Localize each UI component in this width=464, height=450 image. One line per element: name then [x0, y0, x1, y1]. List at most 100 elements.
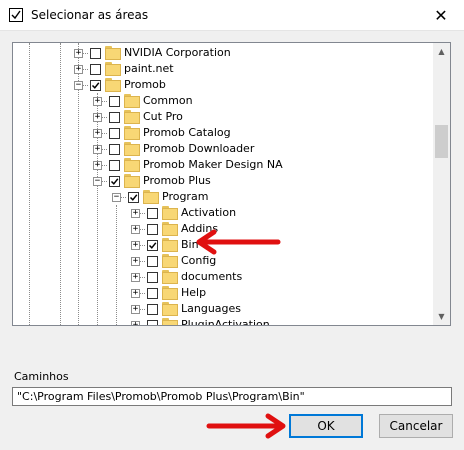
tree-item[interactable]: + documents [13, 269, 434, 285]
folder-icon [105, 77, 121, 93]
folder-icon [124, 125, 140, 141]
tree-item-label: documents [181, 270, 243, 283]
folder-icon [162, 253, 178, 269]
checkbox-window-icon [9, 8, 23, 22]
cancel-button[interactable]: Cancelar [379, 414, 453, 438]
expand-icon[interactable]: + [93, 113, 102, 122]
tree-item[interactable]: + NVIDIA Corporation [13, 45, 434, 61]
expand-icon[interactable]: + [131, 225, 140, 234]
collapse-icon[interactable]: − [93, 177, 102, 186]
expand-icon[interactable]: + [131, 321, 140, 325]
red-arrow-annotation [206, 413, 286, 439]
folder-icon [162, 269, 178, 285]
expand-icon[interactable]: + [93, 145, 102, 154]
tree-item[interactable]: + Cut Pro [13, 109, 434, 125]
tree-item-checkbox[interactable] [90, 64, 101, 75]
tree-item-checkbox[interactable] [147, 320, 158, 325]
tree-item[interactable]: − Promob [13, 77, 434, 93]
scroll-thumb[interactable] [435, 125, 448, 158]
tree-item-checkbox[interactable] [147, 224, 158, 235]
tree-item-label: Promob Downloader [143, 142, 255, 155]
folder-icon [143, 189, 159, 205]
tree-item-checkbox[interactable] [147, 240, 158, 251]
tree-item-label: paint.net [124, 62, 174, 75]
folder-icon [124, 157, 140, 173]
expand-icon[interactable]: + [74, 65, 83, 74]
tree-content: + NVIDIA Corporation + paint.net − Promob + Com… [13, 43, 434, 325]
expand-icon[interactable]: + [93, 161, 102, 170]
expand-icon[interactable]: + [131, 305, 140, 314]
tree-item-label: Help [181, 286, 207, 299]
tree-item-label: Promob Maker Design NA [143, 158, 283, 171]
folder-icon [162, 237, 178, 253]
tree-item-label: Cut Pro [143, 110, 183, 123]
tree-item-checkbox[interactable] [128, 192, 139, 203]
scroll-up-icon[interactable]: ▲ [433, 43, 450, 60]
expand-icon[interactable]: + [131, 289, 140, 298]
collapse-icon[interactable]: − [112, 193, 121, 202]
folder-icon [105, 61, 121, 77]
folder-icon [124, 173, 140, 189]
scroll-down-icon[interactable]: ▼ [433, 308, 450, 325]
expand-icon[interactable]: + [93, 129, 102, 138]
tree-item-checkbox[interactable] [147, 208, 158, 219]
tree-item[interactable]: + PluginActivation [13, 317, 434, 325]
folder-icon [124, 141, 140, 157]
tree-item-label: Program [162, 190, 209, 203]
red-arrow-annotation [196, 229, 281, 255]
tree-item[interactable]: + Promob Catalog [13, 125, 434, 141]
expand-icon[interactable]: + [131, 273, 140, 282]
tree-item-label: Promob [124, 78, 166, 91]
title-bar: Selecionar as áreas ✕ [0, 0, 464, 31]
close-button[interactable]: ✕ [418, 0, 464, 31]
tree-item-checkbox[interactable] [90, 48, 101, 59]
collapse-icon[interactable]: − [74, 81, 83, 90]
tree-item-checkbox[interactable] [109, 176, 120, 187]
tree-item[interactable]: + Promob Maker Design NA [13, 157, 434, 173]
folder-icon [105, 45, 121, 61]
tree-item-checkbox[interactable] [147, 304, 158, 315]
folder-icon [162, 285, 178, 301]
tree-item-checkbox[interactable] [109, 128, 120, 139]
tree-item-label: Promob Catalog [143, 126, 231, 139]
folder-icon [162, 205, 178, 221]
tree-item[interactable]: + Common [13, 93, 434, 109]
tree-item-label: Common [143, 94, 193, 107]
tree-item-label: PluginActivation [181, 318, 270, 325]
folder-icon [162, 301, 178, 317]
tree-item-checkbox[interactable] [147, 256, 158, 267]
folder-icon [124, 109, 140, 125]
ok-button[interactable]: OK [289, 414, 363, 438]
tree-item-checkbox[interactable] [109, 160, 120, 171]
tree-item[interactable]: + Help [13, 285, 434, 301]
tree-item-checkbox[interactable] [109, 112, 120, 123]
tree-item-label: Languages [181, 302, 242, 315]
tree-item[interactable]: + Activation [13, 205, 434, 221]
tree-item-checkbox[interactable] [109, 144, 120, 155]
tree-item-checkbox[interactable] [109, 96, 120, 107]
expand-icon[interactable]: + [131, 241, 140, 250]
tree-item[interactable]: − Program [13, 189, 434, 205]
window-title: Selecionar as áreas [31, 8, 149, 22]
tree-item-label: Activation [181, 206, 237, 219]
expand-icon[interactable]: + [74, 49, 83, 58]
tree-item[interactable]: + Languages [13, 301, 434, 317]
folder-tree[interactable]: + NVIDIA Corporation + paint.net − Promob + Com… [12, 42, 451, 326]
tree-item-label: NVIDIA Corporation [124, 46, 231, 59]
expand-icon[interactable]: + [131, 257, 140, 266]
tree-item-checkbox[interactable] [147, 288, 158, 299]
folder-icon [124, 93, 140, 109]
paths-label: Caminhos [14, 370, 69, 383]
folder-icon [162, 317, 178, 325]
tree-item-checkbox[interactable] [90, 80, 101, 91]
path-field[interactable]: "C:\Program Files\Promob\Promob Plus\Pro… [12, 387, 452, 406]
tree-item[interactable]: + Promob Downloader [13, 141, 434, 157]
expand-icon[interactable]: + [93, 97, 102, 106]
tree-item[interactable]: − Promob Plus [13, 173, 434, 189]
tree-item[interactable]: + paint.net [13, 61, 434, 77]
expand-icon[interactable]: + [131, 209, 140, 218]
folder-icon [162, 221, 178, 237]
tree-item-label: Promob Plus [143, 174, 211, 187]
vertical-scrollbar[interactable]: ▲ ▼ [433, 43, 450, 325]
tree-item-checkbox[interactable] [147, 272, 158, 283]
